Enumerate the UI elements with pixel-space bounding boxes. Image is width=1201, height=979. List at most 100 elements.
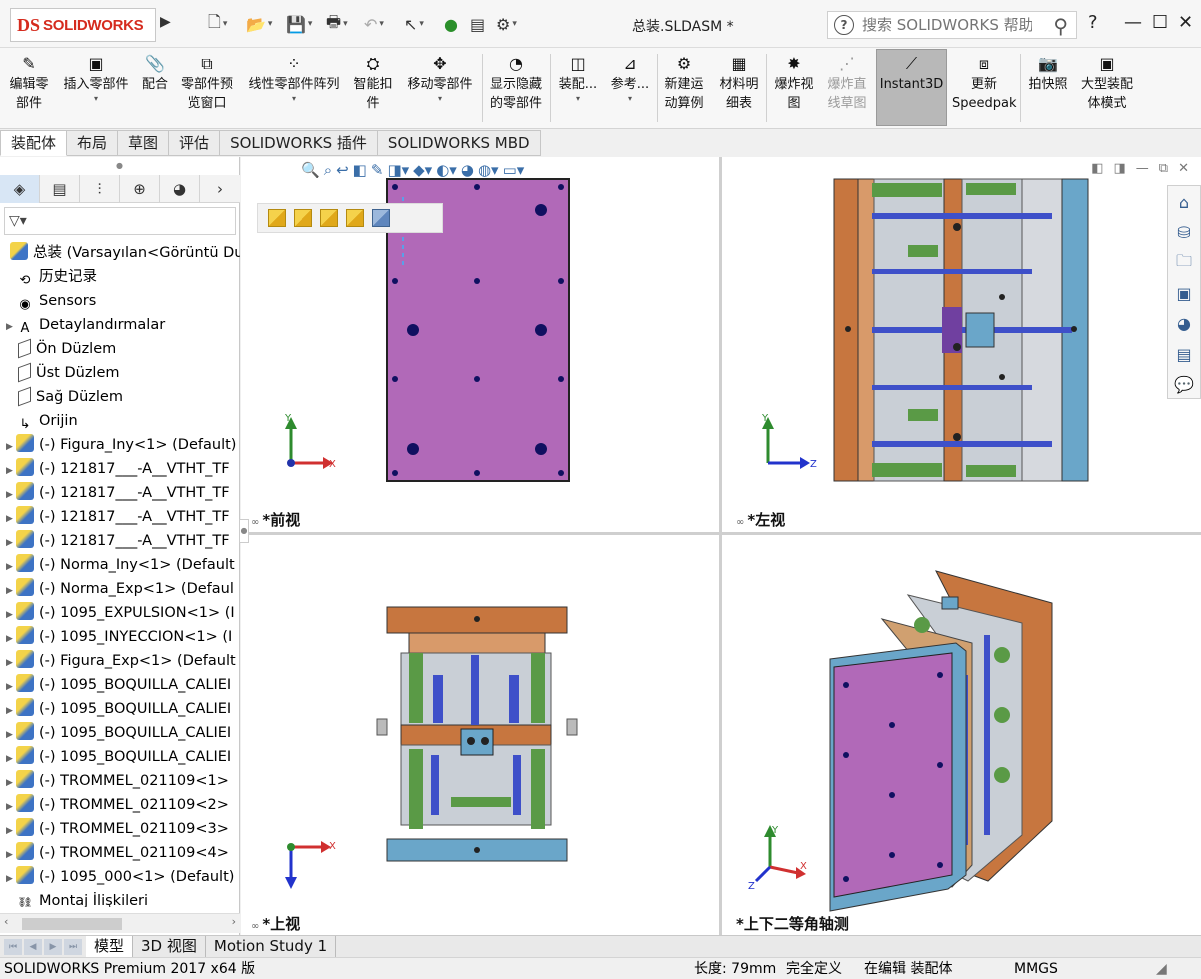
expand-arrow-icon[interactable]: ▶: [6, 867, 16, 889]
expand-arrow-icon[interactable]: ▶: [6, 603, 16, 625]
feature-tree-tab-icon[interactable]: ◈: [0, 175, 40, 203]
expand-arrow-icon[interactable]: ▶: [6, 483, 16, 505]
expand-arrow-icon[interactable]: ▶: [6, 507, 16, 529]
unit-system[interactable]: MMGS: [1014, 959, 1058, 979]
tab-2[interactable]: 草图: [118, 130, 170, 156]
expand-arrow-icon[interactable]: ▶: [6, 675, 16, 697]
dynamic-annotation-icon[interactable]: ✎: [371, 161, 384, 185]
traffic-light-icon[interactable]: ●: [444, 12, 458, 36]
tab-5[interactable]: SOLIDWORKS MBD: [377, 130, 541, 156]
expand-arrow-icon[interactable]: ▶: [6, 747, 16, 769]
panel-collapse-handle-icon[interactable]: ●: [239, 519, 249, 543]
expand-arrow-icon[interactable]: ▶: [6, 579, 16, 601]
dimxpert-tab-icon[interactable]: ⊕: [120, 175, 160, 203]
tree-item[interactable]: ▶ (-) 1095_INYECCION<1> (I: [0, 625, 240, 649]
file-explorer-icon[interactable]: 🗀: [1170, 250, 1198, 277]
expand-arrow-icon[interactable]: ▶: [6, 699, 16, 721]
tree-item[interactable]: ▶ (-) Norma_Exp<1> (Defaul: [0, 577, 240, 601]
breadcrumb-cube-icon[interactable]: [372, 209, 390, 227]
display-style-icon[interactable]: ◆▾: [413, 161, 432, 185]
expand-arrow-icon[interactable]: ▶: [6, 771, 16, 793]
viewport-prev-icon[interactable]: ◧: [1091, 161, 1103, 176]
tree-horizontal-scrollbar[interactable]: ‹ ›: [0, 913, 240, 933]
tree-item[interactable]: ▶ (-) 1095_000<1> (Default): [0, 865, 240, 889]
new-document-icon[interactable]: 🗋 ▾: [208, 12, 227, 36]
insert-component-button[interactable]: ▣ 插入零部件 ▾: [58, 52, 134, 124]
tree-item[interactable]: ▶ (-) Figura_Iny<1> (Default): [0, 433, 240, 457]
apply-scene-icon[interactable]: ◍▾: [478, 161, 499, 185]
tree-item[interactable]: ▶ (-) 1095_BOQUILLA_CALIEI: [0, 721, 240, 745]
mate-button[interactable]: 📎 配合: [138, 52, 172, 124]
tree-item[interactable]: Ön Düzlem: [0, 337, 240, 361]
bottom-tab-1[interactable]: 3D 视图: [133, 935, 206, 958]
graphics-area[interactable]: 🔍 ⌕ ↩ ◧ ✎ ◨▾ ◆▾ ◐▾ ◕ ◍▾ ▭▾ Y X ∞ *前视 ◧ ◨…: [239, 157, 1201, 935]
viewport-close-icon[interactable]: ✕: [1178, 161, 1189, 176]
new-motion-study-button[interactable]: ⚙ 新建运动算例: [661, 52, 707, 124]
minimize-button[interactable]: —: [1124, 12, 1142, 33]
viewport-next-icon[interactable]: ◨: [1114, 161, 1126, 176]
instant3d-button[interactable]: ⟋ Instant3D: [876, 52, 947, 124]
expand-arrow-icon[interactable]: ▶: [6, 819, 16, 841]
print-icon[interactable]: 🖶 ▾: [326, 12, 348, 36]
breadcrumb-cube-icon[interactable]: [268, 209, 286, 227]
design-library-icon[interactable]: ⛁: [1170, 219, 1198, 246]
link-views-icon[interactable]: ∞: [251, 921, 259, 932]
tree-item[interactable]: ◉ Sensors: [0, 289, 240, 313]
display-manager-tab-icon[interactable]: ◕: [160, 175, 200, 203]
viewport-splitter-vertical[interactable]: [719, 157, 722, 935]
expand-arrow-icon[interactable]: ▶: [6, 531, 16, 553]
tree-item[interactable]: ▶ (-) 1095_BOQUILLA_CALIEI: [0, 697, 240, 721]
move-component-button[interactable]: ✥ 移动零部件 ▾: [402, 52, 478, 124]
expand-arrow-icon[interactable]: ▶: [6, 651, 16, 673]
tree-item[interactable]: Üst Düzlem: [0, 361, 240, 385]
explode-line-sketch-button[interactable]: ⋰ 爆炸直线草图: [822, 52, 872, 124]
viewport-front[interactable]: 🔍 ⌕ ↩ ◧ ✎ ◨▾ ◆▾ ◐▾ ◕ ◍▾ ▭▾ Y X ∞ *前视: [241, 157, 719, 532]
tree-item[interactable]: ▶ (-) 121817___-A__VTHT_TF: [0, 529, 240, 553]
custom-properties-icon[interactable]: ▤: [1170, 340, 1198, 367]
breadcrumb-cube-icon[interactable]: [320, 209, 338, 227]
left-view-model[interactable]: [722, 157, 1201, 532]
first-tab-icon[interactable]: ⏮: [4, 938, 22, 955]
help-search-box[interactable]: ? ⚲: [827, 11, 1077, 39]
tree-item[interactable]: ▶ (-) TROMMEL_021109<3>: [0, 817, 240, 841]
property-manager-tab-icon[interactable]: ▤: [40, 175, 80, 203]
options-gear-icon[interactable]: ⚙ ▾: [496, 12, 517, 36]
tree-item[interactable]: ▶ (-) 1095_BOQUILLA_CALIEI: [0, 673, 240, 697]
tree-item[interactable]: ⟲ 历史记录: [0, 265, 240, 289]
expand-arrow-icon[interactable]: ▶: [6, 723, 16, 745]
tree-filter-box[interactable]: ▽▾: [4, 207, 236, 235]
edit-component-button[interactable]: ✎ 编辑零部件: [6, 52, 52, 124]
zoom-area-icon[interactable]: ⌕: [324, 161, 332, 185]
tab-4[interactable]: SOLIDWORKS 插件: [220, 130, 378, 156]
search-icon[interactable]: ⚲: [1053, 14, 1068, 38]
tree-item[interactable]: ▶ (-) TROMMEL_021109<4>: [0, 841, 240, 865]
tree-item[interactable]: Sağ Düzlem: [0, 385, 240, 409]
viewport-restore-icon[interactable]: ⧉: [1159, 161, 1168, 176]
tree-item[interactable]: ⛓ Montaj İlişkileri: [0, 889, 240, 907]
appearances-icon[interactable]: ◕: [1170, 310, 1198, 337]
file-properties-icon[interactable]: ▤: [470, 12, 485, 36]
tree-item[interactable]: ▶ (-) Norma_Iny<1> (Default: [0, 553, 240, 577]
linear-pattern-button[interactable]: ⁘ 线性零部件阵列 ▾: [244, 52, 344, 124]
assembly-features-button[interactable]: ◫ 装配... ▾: [556, 52, 600, 124]
panel-grip-icon[interactable]: ●: [116, 161, 123, 170]
close-button[interactable]: ✕: [1178, 12, 1193, 33]
tree-root-assembly[interactable]: 总装 (Varsayılan<Görüntü Du: [0, 241, 240, 265]
solidworks-resources-icon[interactable]: ⌂: [1170, 189, 1198, 216]
previous-view-icon[interactable]: ↩: [336, 161, 349, 185]
breadcrumb-cube-icon[interactable]: [294, 209, 312, 227]
reference-geometry-button[interactable]: ⊿ 参考... ▾: [608, 52, 652, 124]
tree-item[interactable]: ▶ A Detaylandırmalar: [0, 313, 240, 337]
tree-item[interactable]: ▶ (-) 121817___-A__VTHT_TF: [0, 457, 240, 481]
viewport-isometric[interactable]: Y X Z *上下二等角轴测: [722, 535, 1201, 935]
last-tab-icon[interactable]: ⏭: [64, 938, 82, 955]
bottom-tab-0[interactable]: 模型: [86, 935, 134, 958]
tab-1[interactable]: 布局: [67, 130, 119, 156]
expand-arrow-icon[interactable]: ▶: [6, 627, 16, 649]
viewport-splitter-horizontal[interactable]: [241, 532, 1201, 535]
scrollbar-thumb[interactable]: [22, 918, 122, 930]
tree-item[interactable]: ↳ Orijin: [0, 409, 240, 433]
scroll-right-icon[interactable]: ›: [232, 915, 236, 928]
tree-item[interactable]: ▶ (-) 121817___-A__VTHT_TF: [0, 481, 240, 505]
tree-item[interactable]: ▶ (-) 1095_EXPULSION<1> (I: [0, 601, 240, 625]
